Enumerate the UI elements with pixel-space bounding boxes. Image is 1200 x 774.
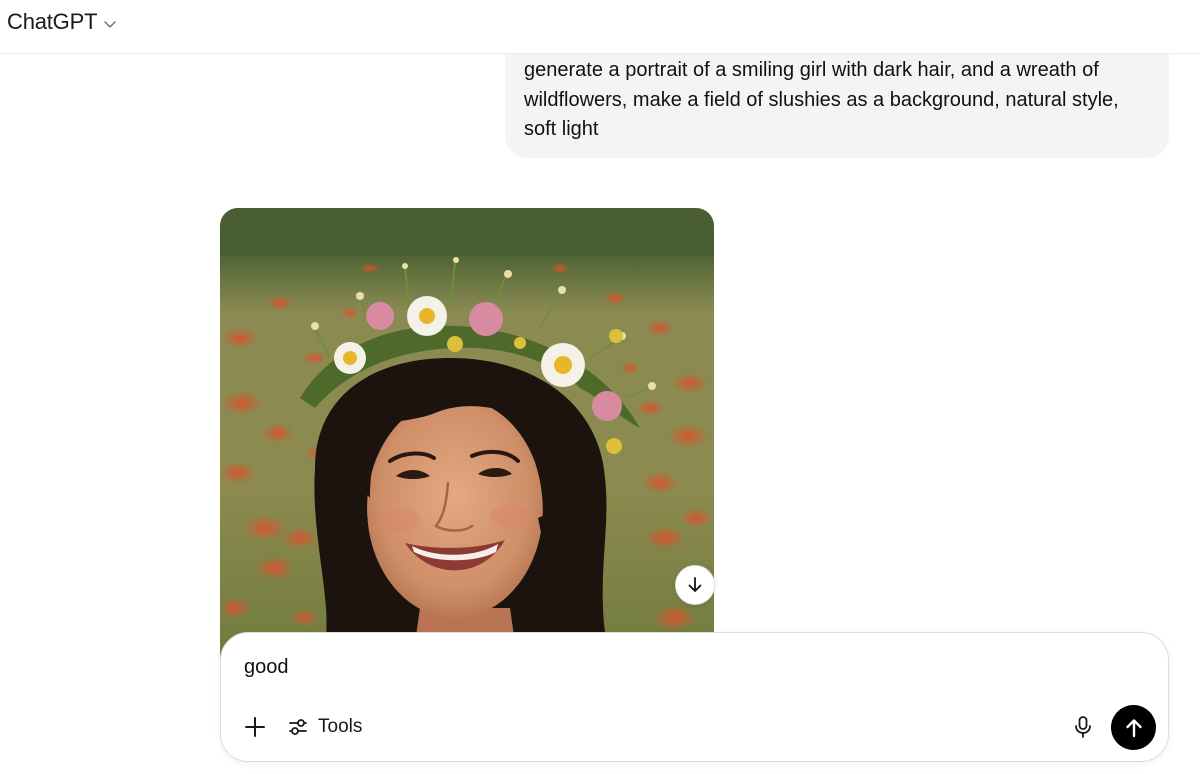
user-message-text: generate a portrait of a smiling girl wi… <box>524 59 1119 140</box>
portrait-image <box>220 208 714 678</box>
plus-icon <box>245 717 265 737</box>
tools-label: Tools <box>318 716 363 737</box>
arrow-up-icon <box>1125 718 1142 737</box>
sliders-icon <box>289 719 307 735</box>
scroll-down-button[interactable] <box>675 565 715 605</box>
arrow-down-icon <box>688 577 702 592</box>
chat-window: ChatGPT generate a portrait of a smiling… <box>0 0 1200 774</box>
prompt-input[interactable]: good <box>244 653 289 681</box>
dictate-button[interactable] <box>1069 713 1097 741</box>
model-name: ChatGPT <box>7 9 98 34</box>
microphone-icon <box>1075 716 1091 738</box>
add-attachment-button[interactable] <box>241 713 269 741</box>
tools-button[interactable]: Tools <box>287 713 362 741</box>
user-message-bubble: generate a portrait of a smiling girl wi… <box>505 40 1169 158</box>
model-switcher[interactable]: ChatGPT <box>7 8 117 36</box>
top-bar: ChatGPT <box>0 0 1200 54</box>
chevron-down-icon <box>104 20 116 28</box>
generated-image[interactable] <box>220 208 714 678</box>
composer: good Tools <box>220 632 1169 762</box>
send-button[interactable] <box>1111 705 1156 750</box>
